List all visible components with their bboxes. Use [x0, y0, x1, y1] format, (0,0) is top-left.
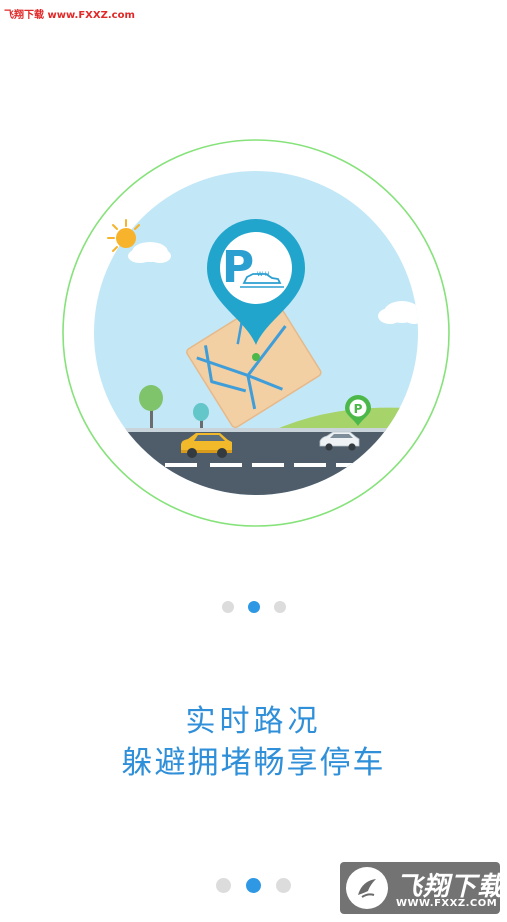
page-dot[interactable]	[221, 601, 234, 613]
page-dot[interactable]	[273, 601, 286, 613]
page-dot[interactable]	[216, 878, 231, 893]
illustration-scene	[94, 171, 418, 495]
onboarding-title: 实时路况	[185, 704, 322, 739]
watermark-logo-url: WWW.FXXZ.COM	[396, 898, 498, 909]
onboarding-illustration: P W H P	[62, 139, 450, 527]
watermark-logo-icon	[346, 867, 388, 909]
onboarding-subtitle: 躲避拥堵畅享停车	[121, 745, 386, 781]
page-dot-active[interactable]	[247, 601, 260, 613]
parking-sign-letter: P	[222, 242, 254, 293]
page-dot-active[interactable]	[246, 878, 261, 893]
road-sign-letter: P	[354, 402, 363, 416]
watermark-logo: 飞翔下载 WWW.FXXZ.COM	[340, 862, 500, 914]
page-indicator	[0, 601, 507, 613]
page-dot[interactable]	[276, 878, 291, 893]
